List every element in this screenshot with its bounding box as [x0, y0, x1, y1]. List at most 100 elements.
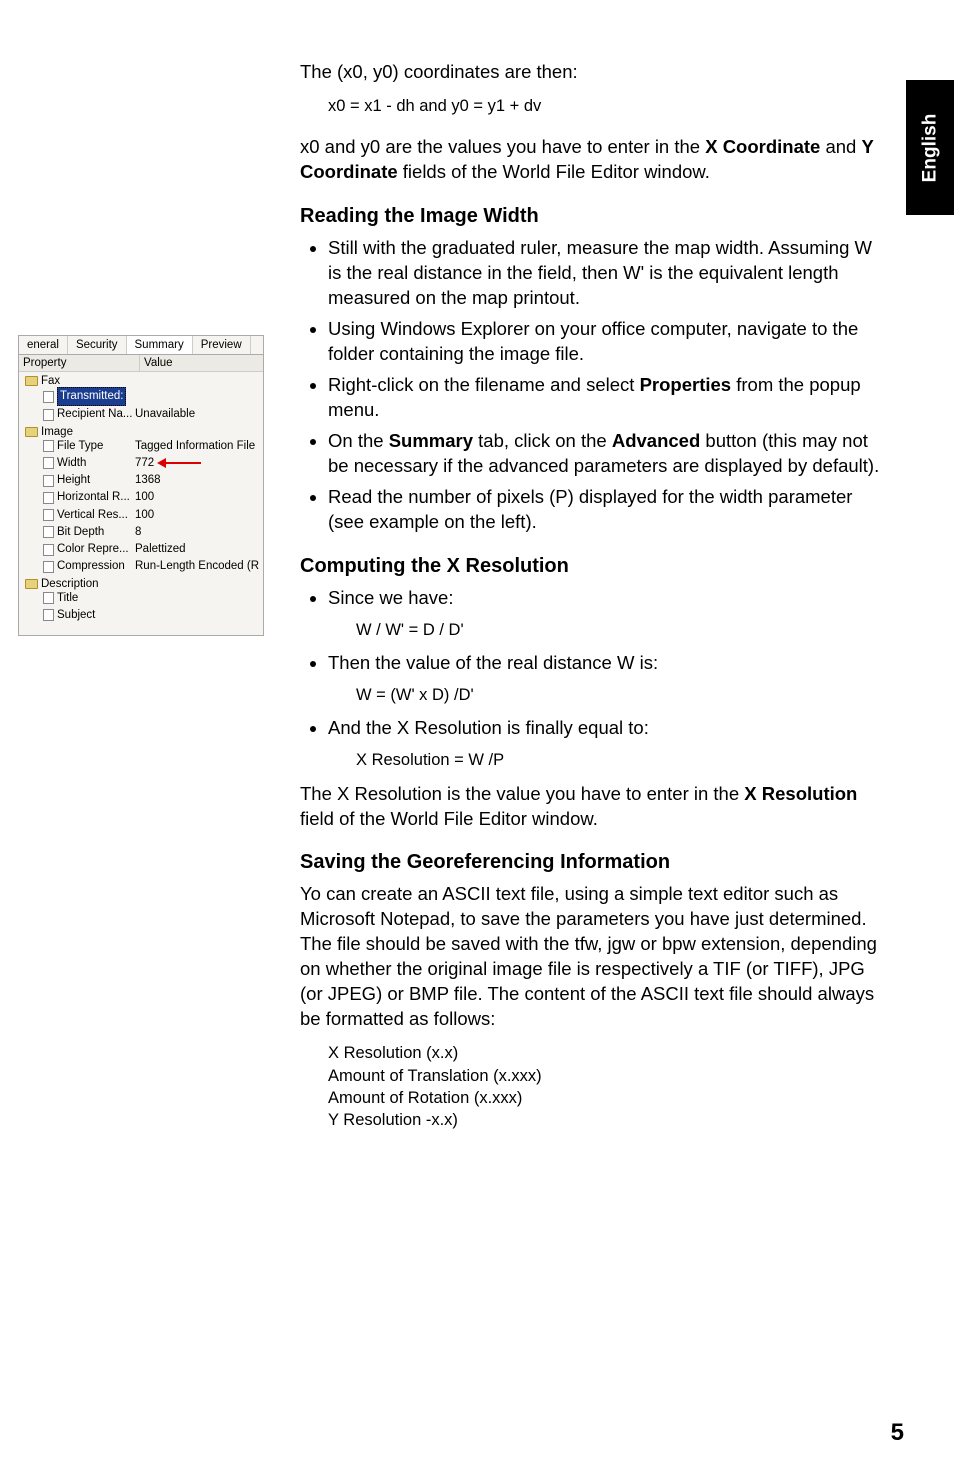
img-hres[interactable]: Horizontal R... 100: [43, 489, 259, 506]
pencil-icon: [43, 592, 54, 604]
tab-general[interactable]: eneral: [19, 336, 68, 354]
transmitted-label: Transmitted:: [57, 387, 126, 406]
page-icon: [43, 561, 54, 573]
properties-panel: eneral Security Summary Preview Property…: [18, 335, 264, 636]
computing-formula-2: W = (W' x D) /D': [356, 684, 890, 706]
advanced-bold: Advanced: [612, 430, 700, 451]
x-coord-bold: X Coordinate: [705, 136, 820, 157]
xres-para: The X Resolution is the value you have t…: [300, 782, 890, 832]
properties-tabs: eneral Security Summary Preview: [19, 336, 263, 355]
text: x0 and y0 are the values you have to ent…: [300, 136, 705, 157]
tab-security[interactable]: Security: [68, 336, 127, 354]
value: 100: [135, 489, 259, 506]
img-bitdepth[interactable]: Bit Depth8: [43, 524, 259, 541]
computing-item-2: Then the value of the real distance W is…: [328, 651, 890, 676]
saving-line-2: Amount of Translation (x.xxx): [328, 1065, 890, 1087]
label: Height: [57, 472, 90, 489]
label: Width: [57, 455, 86, 472]
fax-recipient[interactable]: Recipient Na...Unavailable: [43, 406, 259, 423]
img-vres[interactable]: Vertical Res... 100: [43, 507, 259, 524]
label: File Type: [57, 438, 103, 455]
pencil-icon: [43, 609, 54, 621]
reading-item-4: On the Summary tab, click on the Advance…: [328, 429, 890, 479]
text: Description: [41, 578, 99, 590]
group-image-label[interactable]: Image: [25, 426, 259, 438]
language-label: English: [919, 113, 941, 182]
value: 100: [135, 507, 259, 524]
label: Vertical Res...: [57, 507, 128, 524]
computing-item-1: Since we have:: [328, 586, 890, 611]
label: Recipient Na...: [57, 406, 132, 423]
panel-header: Property Value: [19, 355, 263, 372]
page-icon: [43, 475, 54, 487]
img-filetype[interactable]: File Type Tagged Information File F: [43, 438, 259, 455]
group-description: Description Title Subject: [25, 578, 259, 625]
value: 1368: [135, 472, 259, 489]
reading-list: Still with the graduated ruler, measure …: [300, 236, 890, 535]
saving-line-3: Amount of Rotation (x.xxx): [328, 1087, 890, 1109]
saving-heading: Saving the Georeferencing Information: [300, 849, 890, 876]
saving-line-1: X Resolution (x.x): [328, 1042, 890, 1064]
computing-item-3: And the X Resolution is finally equal to…: [328, 716, 890, 741]
label: Color Repre...: [57, 541, 129, 558]
group-fax: Fax Transmitted: Recipient Na...Unavaila…: [25, 375, 259, 424]
properties-tree: Fax Transmitted: Recipient Na...Unavaila…: [19, 372, 263, 629]
value: Tagged Information File F: [135, 438, 259, 455]
tab-summary[interactable]: Summary: [127, 336, 193, 354]
img-width[interactable]: Width 772: [43, 455, 259, 472]
label: Subject: [57, 607, 95, 624]
xres-bold: X Resolution: [744, 783, 857, 804]
computing-list-3: And the X Resolution is finally equal to…: [300, 716, 890, 741]
value: Unavailable: [135, 406, 259, 423]
computing-heading: Computing the X Resolution: [300, 553, 890, 580]
saving-para: Yo can create an ASCII text file, using …: [300, 882, 890, 1032]
page-icon: [43, 492, 54, 504]
computing-list-2: Then the value of the real distance W is…: [300, 651, 890, 676]
page-icon: [43, 457, 54, 469]
img-compression[interactable]: CompressionRun-Length Encoded (RLI: [43, 558, 259, 575]
desc-title[interactable]: Title: [43, 590, 259, 607]
group-fax-label[interactable]: Fax: [25, 375, 259, 387]
folder-icon: [25, 427, 38, 437]
folder-icon: [25, 579, 38, 589]
text: Right-click on the filename and select: [328, 374, 640, 395]
page-icon: [43, 544, 54, 556]
page-icon: [43, 526, 54, 538]
desc-subject[interactable]: Subject: [43, 607, 259, 624]
language-tab: English: [906, 80, 954, 215]
img-height[interactable]: Height 1368: [43, 472, 259, 489]
text: tab, click on the: [473, 430, 612, 451]
coord-intro: The (x0, y0) coordinates are then:: [300, 60, 890, 85]
group-description-label[interactable]: Description: [25, 578, 259, 590]
text: The X Resolution is the value you have t…: [300, 783, 744, 804]
text: Fax: [41, 375, 60, 387]
page-number: 5: [891, 1419, 904, 1447]
reading-item-3: Right-click on the filename and select P…: [328, 373, 890, 423]
coord-explain: x0 and y0 are the values you have to ent…: [300, 135, 890, 185]
col-property: Property: [19, 355, 139, 371]
label: Bit Depth: [57, 524, 104, 541]
folder-icon: [25, 376, 38, 386]
properties-bold: Properties: [640, 374, 732, 395]
text: On the: [328, 430, 389, 451]
label: Title: [57, 590, 78, 607]
summary-bold: Summary: [389, 430, 473, 451]
reading-item-5: Read the number of pixels (P) displayed …: [328, 485, 890, 535]
text: fields of the World File Editor window.: [398, 161, 710, 182]
coord-formula: x0 = x1 - dh and y0 = y1 + dv: [328, 95, 890, 117]
computing-list: Since we have:: [300, 586, 890, 611]
value: 772: [135, 457, 154, 469]
text: and: [820, 136, 861, 157]
main-content: The (x0, y0) coordinates are then: x0 = …: [300, 60, 890, 1131]
fax-transmitted[interactable]: Transmitted:: [43, 387, 259, 406]
img-colorrep[interactable]: Color Repre...Palettized: [43, 541, 259, 558]
reading-item-1: Still with the graduated ruler, measure …: [328, 236, 890, 311]
arrow-icon: [157, 459, 201, 467]
group-image: Image File Type Tagged Information File F…: [25, 426, 259, 576]
label: Horizontal R...: [57, 489, 130, 506]
col-value: Value: [139, 355, 263, 371]
value: Run-Length Encoded (RLI: [135, 558, 259, 575]
tab-preview[interactable]: Preview: [193, 336, 251, 354]
computing-formula-1: W / W' = D / D': [356, 619, 890, 641]
reading-item-2: Using Windows Explorer on your office co…: [328, 317, 890, 367]
